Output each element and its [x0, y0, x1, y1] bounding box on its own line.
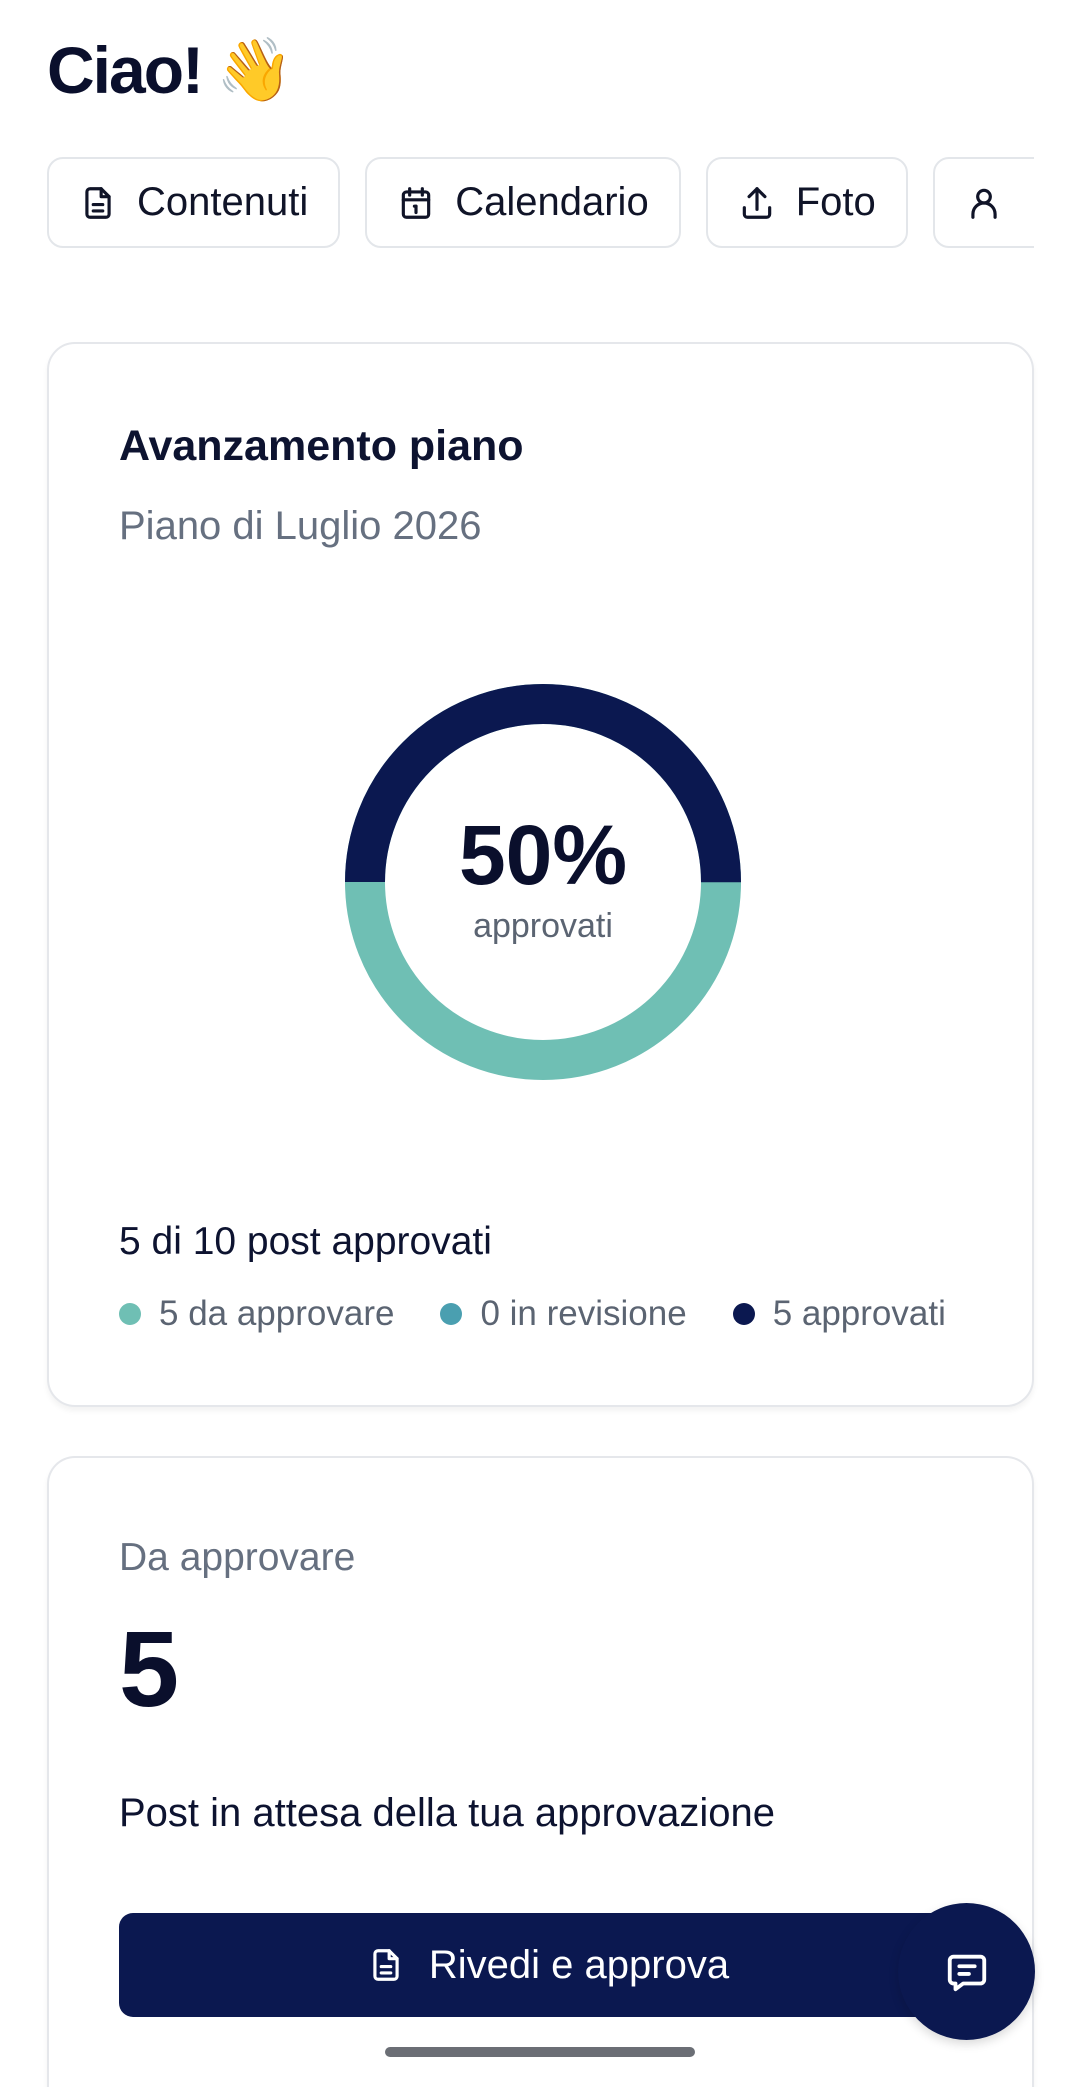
tab-contenuti[interactable]: Contenuti: [47, 157, 341, 248]
tab-label: Contenuti: [137, 180, 309, 224]
greeting-heading: Ciao! 👋: [47, 32, 293, 108]
card-title: Avanzamento piano: [119, 422, 524, 470]
pending-description: Post in attesa della tua approvazione: [119, 1791, 775, 1835]
chat-icon: [947, 1954, 986, 1991]
calendar-icon: [401, 186, 431, 219]
review-button-label: Rivedi e approva: [428, 1942, 730, 1987]
status-legend: 5 da approvare 0 in revisione 5 approvat…: [119, 1294, 946, 1334]
review-approve-button[interactable]: Rivedi e approva: [119, 1913, 977, 2017]
approved-count-text: 5 di 10 post approvati: [119, 1220, 492, 1263]
pending-count: 5: [119, 1608, 180, 1729]
pending-approval-card: Da approvare 5 Post in attesa della tua …: [47, 1456, 1034, 2087]
legend-dot: [119, 1303, 141, 1325]
legend-label: 5 da approvare: [159, 1294, 395, 1333]
tab-label: Calendario: [455, 180, 649, 224]
card-subtitle: Piano di Luglio 2026: [119, 504, 482, 548]
app-screen: Ciao! 👋 Contenuti Calendario Foto Avanza…: [0, 0, 1080, 2087]
chat-button[interactable]: [898, 1903, 1035, 2040]
tab-calendario[interactable]: Calendario: [365, 157, 681, 248]
tab-label: Foto: [795, 180, 876, 224]
legend-item-approvati: 5 approvati: [732, 1294, 946, 1334]
document-icon: [373, 1949, 399, 1981]
home-indicator[interactable]: [385, 2047, 695, 2057]
tab-profilo[interactable]: [932, 157, 1034, 248]
waving-hand-icon: 👋: [216, 35, 293, 105]
legend-label: 0 in revisione: [480, 1294, 687, 1333]
legend-item-in-revisione: 0 in revisione: [440, 1294, 687, 1334]
plan-progress-card: Avanzamento piano Piano di Luglio 2026 5…: [47, 342, 1034, 1407]
document-icon: [85, 186, 111, 219]
user-icon: [971, 188, 997, 219]
legend-dot: [440, 1303, 463, 1325]
approved-caption: approvati: [473, 906, 613, 945]
tab-foto[interactable]: Foto: [705, 157, 908, 248]
upload-icon: [742, 186, 771, 219]
legend-dot: [732, 1303, 755, 1325]
greeting-text: Ciao!: [47, 33, 204, 107]
pending-label: Da approvare: [119, 1536, 356, 1579]
quick-nav-tabs[interactable]: Contenuti Calendario Foto: [47, 157, 1034, 250]
legend-item-da-approvare: 5 da approvare: [119, 1294, 394, 1334]
progress-donut: 50% approvati: [345, 684, 741, 1080]
donut-center: 50% approvati: [345, 684, 741, 1080]
legend-label: 5 approvati: [772, 1294, 946, 1333]
approved-percent: 50%: [458, 807, 628, 902]
